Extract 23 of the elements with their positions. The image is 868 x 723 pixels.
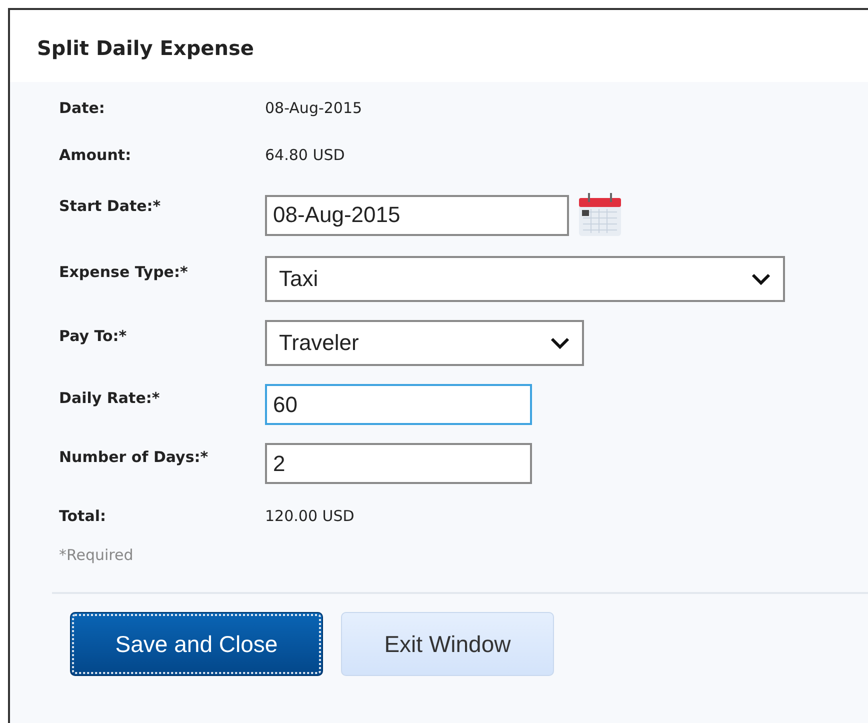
field-label: Pay To:* — [59, 326, 128, 346]
field-label: Total: — [59, 506, 107, 526]
field-value: 120.00 USD — [265, 506, 356, 526]
field-label: Expense Type:* — [59, 262, 189, 282]
field-value: 64.80 USD — [265, 145, 346, 165]
field-label: Amount: — [59, 145, 132, 165]
input-field[interactable]: 2 — [265, 443, 532, 484]
input-field[interactable]: 60 — [265, 384, 532, 425]
dropdown[interactable]: Taxi — [265, 256, 785, 302]
calendar-icon[interactable] — [577, 192, 623, 238]
field-label: Start Date:* — [59, 196, 162, 216]
field-label: Date: — [59, 98, 106, 118]
field-label: Number of Days:* — [59, 447, 210, 467]
exit-button[interactable]: Exit Window — [341, 612, 554, 676]
chevron-down-icon — [751, 273, 771, 285]
date-field[interactable]: 08-Aug-2015 — [265, 194, 569, 236]
field-value: 08-Aug-2015 — [265, 98, 364, 118]
dialog-title: Split Daily Expense — [10, 10, 868, 82]
save-button[interactable]: Save and Close — [70, 612, 323, 676]
chevron-down-icon — [550, 337, 570, 349]
required-note: *Required — [59, 546, 134, 564]
dropdown[interactable]: Traveler — [265, 320, 584, 366]
field-label: Daily Rate:* — [59, 388, 161, 408]
